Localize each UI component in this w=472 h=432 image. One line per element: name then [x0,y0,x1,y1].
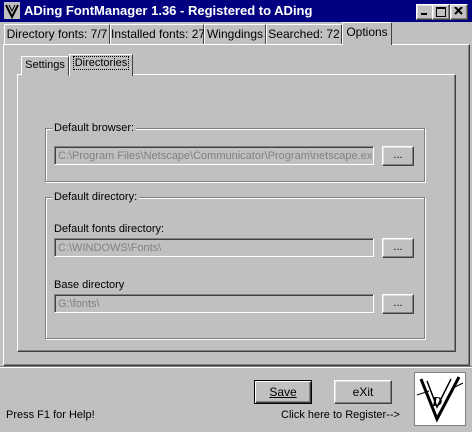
exit-button[interactable]: eXit [334,380,392,404]
close-icon [454,7,463,15]
maximize-icon [436,7,446,17]
tab-wingdings[interactable]: Wingdings [204,24,266,45]
default-browser-label: Default browser: [52,122,137,134]
minimize-icon [421,13,427,15]
tab-options[interactable]: Options [342,22,392,45]
tab-installed-fonts[interactable]: Installed fonts: 27 [110,24,206,45]
exit-button-label: eXit [352,385,374,399]
fonts-directory-field[interactable]: C:\WINDOWS\Fonts\ [54,238,374,257]
tab-label: Directory fonts: 7/7 [6,27,108,41]
tab-settings[interactable]: Settings [21,56,69,76]
base-directory-label: Base directory [54,279,125,291]
tab-label: Wingdings [206,27,264,41]
tab-directories[interactable]: Directories [69,54,133,76]
base-directory-browse-button[interactable]: ... [382,294,414,314]
tab-label: Searched: 72 [268,27,340,41]
tab-label: Installed fonts: 27 [111,27,206,41]
tab-directory-fonts[interactable]: Directory fonts: 7/7 [4,24,110,45]
logo-letter: D [432,395,443,410]
default-directory-group [45,197,425,339]
browser-browse-button[interactable]: ... [382,146,414,166]
help-text: Press F1 for Help! [6,409,95,421]
tab-label: Settings [25,59,65,71]
tab-searched[interactable]: Searched: 72 [266,24,342,45]
app-icon[interactable] [4,2,20,20]
base-directory-field[interactable]: G:\fonts\ [54,294,374,313]
window-title: ADing FontManager 1.36 - Registered to A… [24,3,313,18]
default-directory-label: Default directory: [52,191,140,203]
maximize-button[interactable] [432,4,450,20]
footer-divider [0,366,472,368]
tab-label: Directories [72,56,130,70]
fonts-directory-browse-button[interactable]: ... [382,238,414,258]
register-link[interactable]: Click here to Register--> [281,409,400,421]
register-logo[interactable]: D [414,372,466,426]
app-window: { "window": { "title": "ADing FontManage… [0,0,472,432]
fonts-directory-label: Default fonts directory: [54,223,165,235]
save-button[interactable]: Save [254,380,312,404]
browser-path-field[interactable]: C:\Program Files\Netscape\Communicator\P… [54,146,374,165]
close-button[interactable] [450,4,468,20]
tab-label: Options [346,25,388,39]
save-button-label: Save [269,385,297,399]
